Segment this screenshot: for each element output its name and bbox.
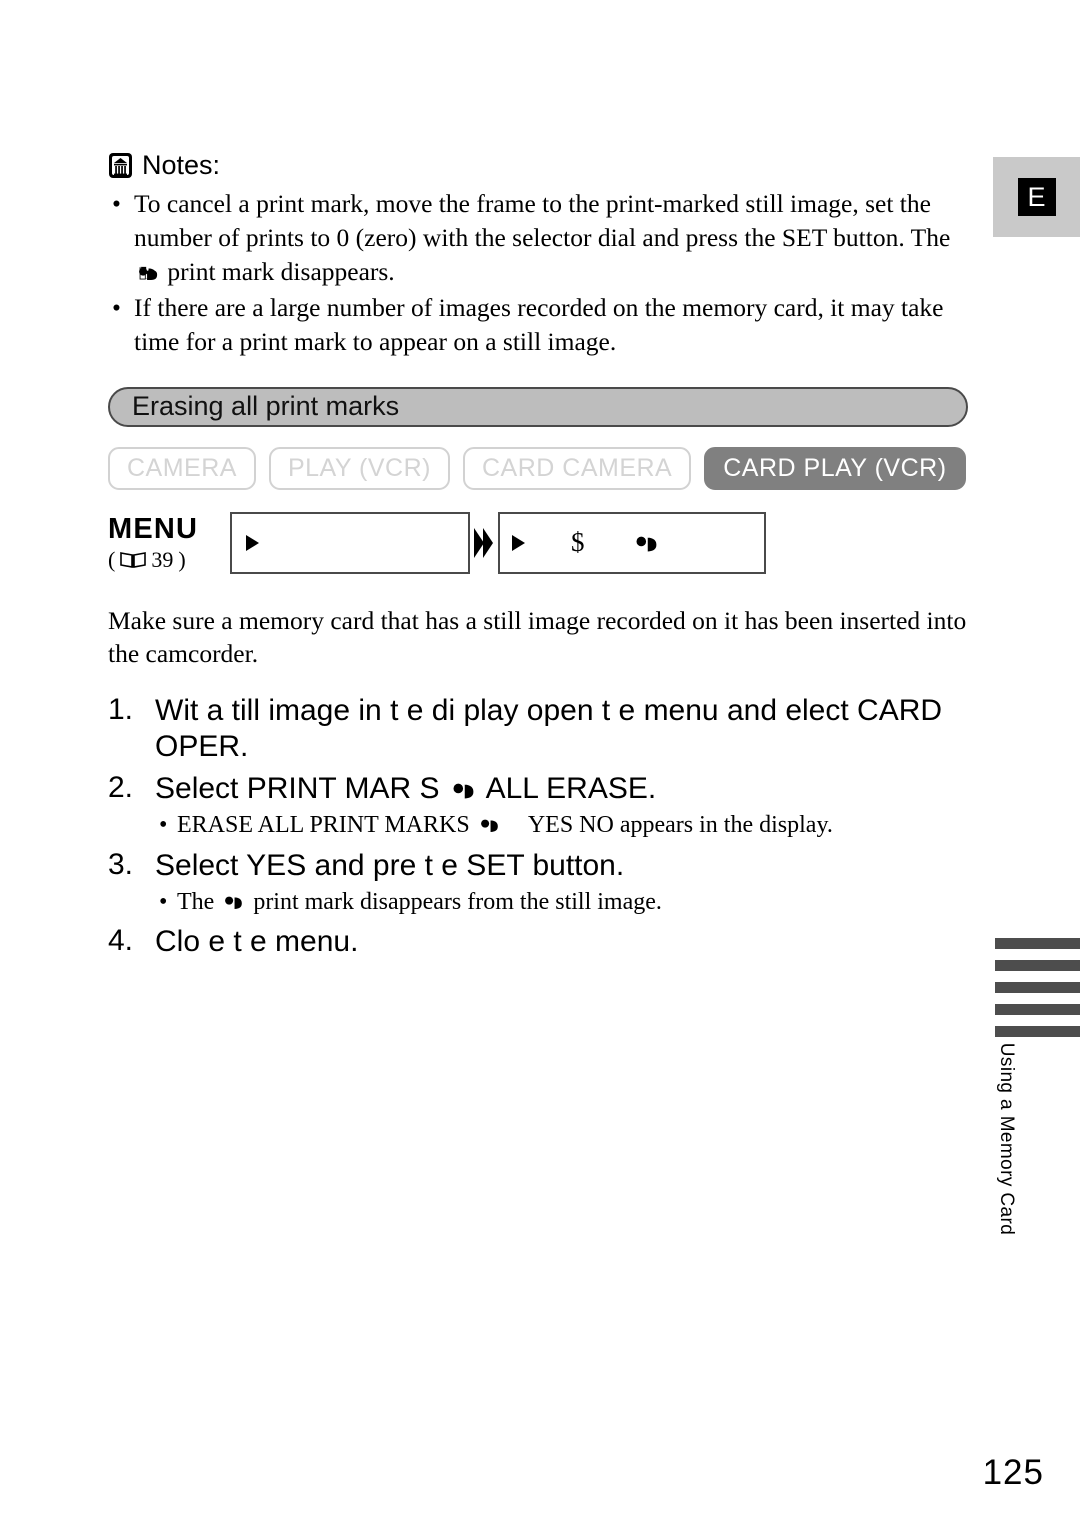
step-subnotes: The print mark disappears from the still… xyxy=(155,887,968,918)
print-mark-icon xyxy=(636,536,656,552)
notes-list: To cancel a print mark, move the frame t… xyxy=(108,187,968,359)
menu-box-first xyxy=(230,511,470,574)
page-content: Notes: To cancel a print mark, move the … xyxy=(108,150,968,966)
menu-box-second: $ xyxy=(498,511,766,574)
language-tab: E xyxy=(993,157,1080,237)
step-text: Select PRINT MAR S ALL ERASE. xyxy=(155,771,968,807)
steps-list: 1. Wit a till image in t e di play open … xyxy=(108,693,968,959)
menu-reference-page: 39 xyxy=(151,546,174,572)
mode-button-camera-label: CAMERA xyxy=(127,453,237,482)
notes-heading: Notes: xyxy=(108,150,968,181)
mode-button-card-play-vcr[interactable]: CARD PLAY (VCR) xyxy=(704,446,966,490)
print-mark-icon xyxy=(480,819,498,833)
chapter-side-label: Using a Memory Card xyxy=(988,1020,1024,1270)
note-item: If there are a large number of images re… xyxy=(108,291,968,359)
mode-button-card-camera[interactable]: CARD CAMERA xyxy=(462,446,692,490)
menu-label-group: MENU ( 39) xyxy=(108,512,230,573)
step-number: 4. xyxy=(108,923,134,957)
step-subnotes: ERASE ALL PRINT MARKS YES NO appears in … xyxy=(155,810,968,841)
print-mark-icon xyxy=(225,896,243,909)
note-item: To cancel a print mark, move the frame t… xyxy=(108,187,968,289)
section-heading-text: Erasing all print marks xyxy=(132,391,400,422)
dollar-symbol: $ xyxy=(571,527,585,558)
step-number: 1. xyxy=(108,693,134,727)
mode-button-group: CAMERA PLAY (VCR) CARD CAMERA CARD PLAY … xyxy=(108,446,968,490)
step-number: 3. xyxy=(108,847,134,881)
index-bar xyxy=(995,938,1080,949)
index-bar xyxy=(995,1004,1080,1015)
page-number: 125 xyxy=(982,1453,1044,1492)
menu-reference-open-paren: ( xyxy=(108,546,116,572)
mode-button-play-vcr-label: PLAY (VCR) xyxy=(287,453,431,482)
step-item-3: 3. Select YES and pre t e SET button. Th… xyxy=(108,848,968,918)
subnote-before-mark: The xyxy=(177,888,215,915)
print-mark-icon xyxy=(453,784,474,799)
index-bar xyxy=(995,982,1080,993)
note-item-tail-text: print mark disappears. xyxy=(167,256,395,286)
note-item-text: To cancel a print mark, move the frame t… xyxy=(134,189,951,252)
notes-heading-text: Notes: xyxy=(142,150,221,180)
step-text-after-mark: ALL ERASE. xyxy=(485,772,657,806)
subnote-after-mark: print mark disappears from the still ima… xyxy=(253,888,662,915)
mode-button-card-camera-label: CARD CAMERA xyxy=(481,453,673,482)
subnote-before-mark: ERASE ALL PRINT MARKS xyxy=(177,812,470,839)
menu-path-row: MENU ( 39) $ xyxy=(108,511,968,578)
step-text: Clo e t e menu. xyxy=(155,924,359,958)
step-text-before-mark: Select PRINT MAR S xyxy=(155,772,440,806)
note-item-text: If there are a large number of images re… xyxy=(134,292,944,356)
step-number: 2. xyxy=(108,771,134,805)
intro-paragraph: Make sure a memory card that has a still… xyxy=(108,605,967,669)
step-item-2: 2. Select PRINT MAR S ALL ERASE. ERASE A… xyxy=(108,771,968,841)
index-bar xyxy=(995,960,1080,971)
subnote-item: The print mark disappears from the still… xyxy=(155,887,968,918)
step-text: Wit a till image in t e di play open t e… xyxy=(155,694,943,764)
menu-page-reference: ( 39) xyxy=(108,547,230,573)
mode-button-play-vcr[interactable]: PLAY (VCR) xyxy=(268,446,450,490)
language-tab-letter: E xyxy=(1017,178,1056,216)
menu-label-text: MENU xyxy=(108,512,199,545)
mode-button-camera[interactable]: CAMERA xyxy=(108,446,256,490)
play-triangle-icon xyxy=(512,534,525,551)
menu-reference-close-paren: ) xyxy=(178,546,186,572)
step-item-4: 4. Clo e t e menu. xyxy=(108,924,968,960)
step-item-1: 1. Wit a till image in t e di play open … xyxy=(108,693,968,765)
print-mark-icon xyxy=(139,266,158,280)
play-triangle-icon xyxy=(246,534,259,551)
mode-button-card-play-vcr-label: CARD PLAY (VCR) xyxy=(723,453,947,482)
book-closed-icon xyxy=(109,153,132,178)
subnote-item: ERASE ALL PRINT MARKS YES NO appears in … xyxy=(155,810,968,841)
section-heading-bar: Erasing all print marks xyxy=(108,386,968,427)
double-chevron-icon xyxy=(470,512,498,574)
book-open-icon xyxy=(120,552,147,569)
step-text: Select YES and pre t e SET button. xyxy=(155,848,625,882)
subnote-after-mark: YES NO appears in the display. xyxy=(527,812,833,839)
chapter-side-label-text: Using a Memory Card xyxy=(996,1042,1018,1236)
